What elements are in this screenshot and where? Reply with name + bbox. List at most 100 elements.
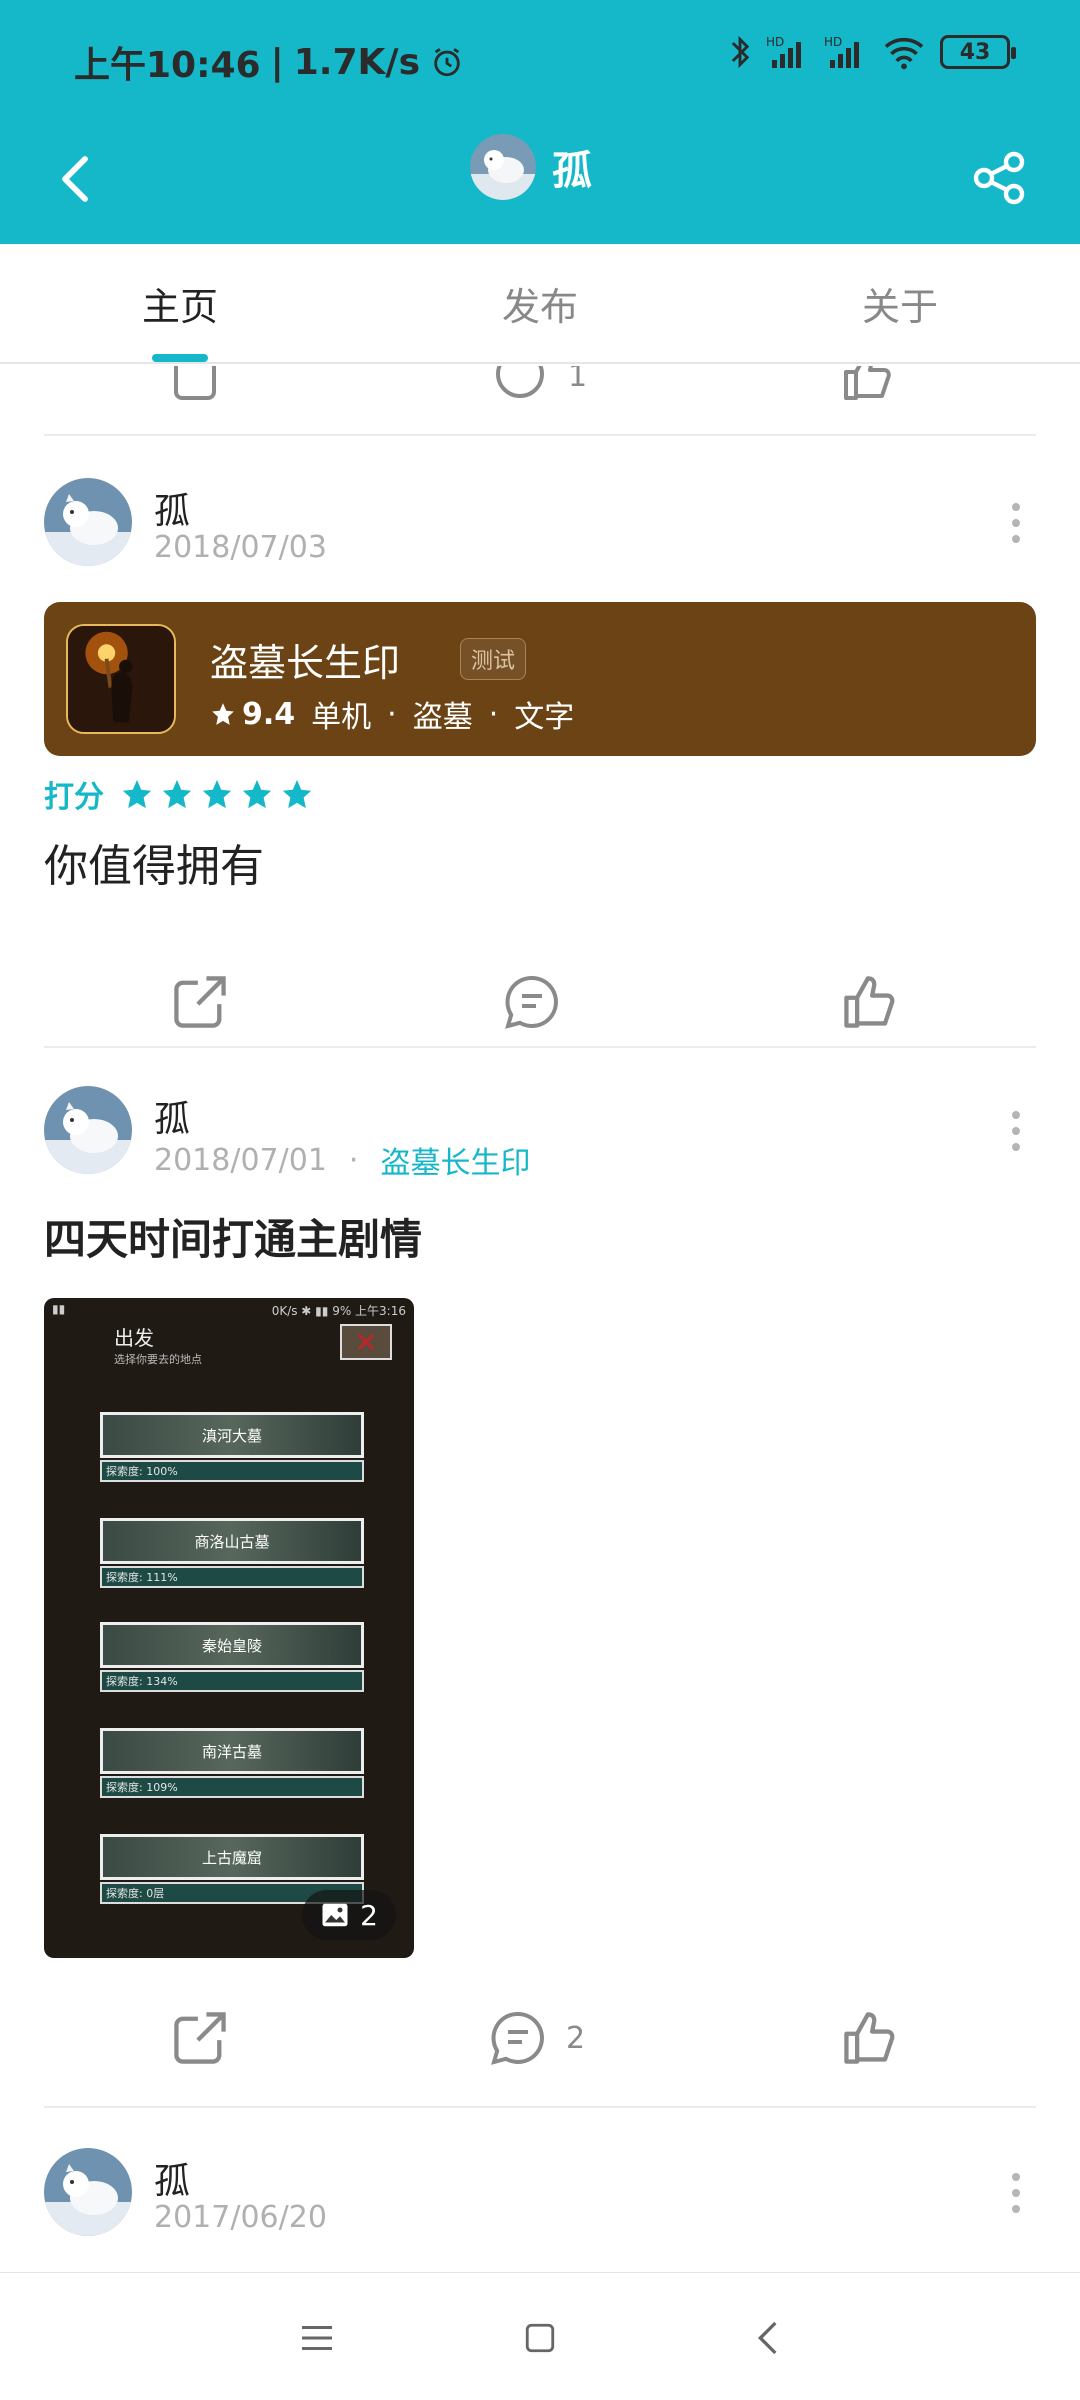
share-button[interactable] (960, 138, 1040, 218)
share-post-button[interactable] (170, 962, 230, 1042)
username[interactable]: 孤 (154, 482, 190, 534)
signal-icon-2: HD (824, 35, 859, 68)
tab-indicator (152, 354, 208, 362)
status-left: 上午10:46 | 1.7K/s (74, 36, 464, 88)
home-square-icon (525, 2323, 555, 2353)
bluetooth-icon (731, 35, 750, 69)
battery-level: 43 (959, 39, 991, 65)
more-dot-icon (1012, 1127, 1020, 1135)
game-rating: 9.4 (210, 697, 295, 732)
status-time: 上午10:46 (74, 45, 261, 86)
username[interactable]: 孤 (154, 1090, 190, 1142)
post-divider (44, 1046, 1036, 1048)
game-card[interactable]: 盗墓长生印 测试 9.4 单机 · 盗墓 · 文字 (44, 602, 1036, 756)
status-separator: | (270, 41, 284, 83)
location-item: 南洋古墓 探索度: 109% (100, 1728, 364, 1798)
post-divider (44, 434, 1036, 436)
post-title: 四天时间打通主剧情 (44, 1215, 423, 1264)
genre-separator: · (488, 696, 499, 732)
like-button[interactable] (840, 962, 900, 1042)
image-status-right: 0K/s ✱ ▮▮ 9% 上午3:16 (271, 1304, 406, 1318)
post-image[interactable]: ▮▮ 0K/s ✱ ▮▮ 9% 上午3:16 出发 选择你要去的地点 ✕ 滇河大… (44, 1298, 414, 1958)
more-dot-icon (1012, 535, 1020, 543)
feed: 1 孤 2018/07/03 盗墓长生印 测试 9.4 单机 · 盗墓 · 文字… (0, 366, 1080, 2272)
username[interactable]: 孤 (154, 2152, 190, 2204)
avatar (470, 134, 536, 200)
tab-bar: 主页 发布 关于 (0, 244, 1080, 364)
location-name: 滇河大墓 (100, 1412, 364, 1458)
comment-button[interactable]: 2 (488, 1998, 585, 2078)
wifi-icon (884, 37, 924, 70)
location-item: 秦始皇陵 探索度: 134% (100, 1622, 364, 1692)
more-dot-icon (1012, 519, 1020, 527)
more-dot-icon (1012, 1111, 1020, 1119)
comment-button[interactable]: 1 (490, 366, 587, 416)
location-progress: 探索度: 134% (100, 1670, 364, 1692)
image-close-icon: ✕ (340, 1324, 392, 1360)
nav-back-button[interactable] (732, 2303, 802, 2373)
more-options-button[interactable] (996, 1106, 1036, 1156)
image-header-title: 出发 (114, 1326, 154, 1350)
share-post-button[interactable] (170, 366, 226, 416)
more-dot-icon (1012, 1143, 1020, 1151)
post-actions: 2 (0, 1998, 1080, 2078)
svg-text:HD: HD (766, 35, 784, 49)
avatar[interactable] (44, 2148, 132, 2236)
menu-button[interactable] (282, 2303, 352, 2373)
tab-about[interactable]: 关于 (720, 244, 1080, 362)
post-header: 孤 2017/06/20 (44, 2148, 1036, 2248)
profile-title: 孤 (470, 134, 592, 200)
location-progress: 探索度: 111% (100, 1566, 364, 1588)
star-icon (242, 779, 272, 809)
avatar[interactable] (44, 1086, 132, 1174)
thumbs-up-icon (844, 976, 895, 1028)
post-date: 2018/07/01 (154, 1142, 327, 1178)
like-button[interactable] (840, 366, 896, 416)
post-header: 孤 2018/07/01 · 盗墓长生印 (44, 1086, 1036, 1186)
image-status-bar: ▮▮ 0K/s ✱ ▮▮ 9% 上午3:16 (44, 1298, 414, 1324)
status-bar: 上午10:46 | 1.7K/s HD HD 43 (0, 0, 1080, 118)
app-bar: 孤 (0, 118, 1080, 244)
comment-icon (505, 975, 558, 1029)
image-header: 出发 选择你要去的地点 (64, 1322, 202, 1367)
external-share-icon (174, 2012, 226, 2064)
tab-home[interactable]: 主页 (0, 244, 360, 362)
image-header-subtitle: 选择你要去的地点 (114, 1353, 202, 1366)
more-options-button[interactable] (996, 498, 1036, 548)
svg-text:HD: HD (824, 35, 842, 49)
signal-icon: HD (766, 35, 801, 68)
tab-publish[interactable]: 发布 (360, 244, 720, 362)
image-status-left: ▮▮ (52, 1302, 66, 1316)
star-icon (202, 779, 232, 809)
avatar[interactable] (44, 478, 132, 566)
post-text: 你值得拥有 (44, 841, 264, 892)
comment-button[interactable] (502, 962, 562, 1042)
status-speed: 1.7K/s (293, 41, 420, 83)
header: 上午10:46 | 1.7K/s HD HD 43 孤 (0, 0, 1080, 244)
post-card: 孤 2017/06/20 (0, 2148, 1080, 2272)
comment-count: 2 (566, 2020, 586, 2056)
meta-separator: · (348, 1142, 359, 1178)
location-item: 商洛山古墓 探索度: 111% (100, 1518, 364, 1588)
location-name: 上古魔窟 (100, 1834, 364, 1880)
share-icon (973, 151, 1025, 205)
share-post-button[interactable] (170, 1998, 230, 2078)
status-right: HD HD 43 (728, 34, 1016, 70)
back-button[interactable] (40, 144, 110, 214)
game-genre: 盗墓 (412, 700, 473, 735)
home-button[interactable] (505, 2303, 575, 2373)
star-icon (122, 779, 152, 809)
post-meta: 2017/06/20 (154, 2200, 327, 2235)
external-share-icon (174, 976, 226, 1028)
comment-count: 1 (568, 366, 588, 394)
rating-label: 打分 (44, 780, 104, 815)
game-link[interactable]: 盗墓长生印 (380, 1138, 530, 1182)
post-card: 孤 2018/07/03 盗墓长生印 测试 9.4 单机 · 盗墓 · 文字 打… (0, 478, 1080, 1078)
more-dot-icon (1012, 2189, 1020, 2197)
post-header: 孤 2018/07/03 (44, 478, 1036, 578)
system-nav-bar (0, 2272, 1080, 2400)
more-options-button[interactable] (996, 2168, 1036, 2218)
post-date: 2017/06/20 (154, 2200, 327, 2235)
like-button[interactable] (840, 1998, 900, 2078)
post-divider (44, 2106, 1036, 2108)
